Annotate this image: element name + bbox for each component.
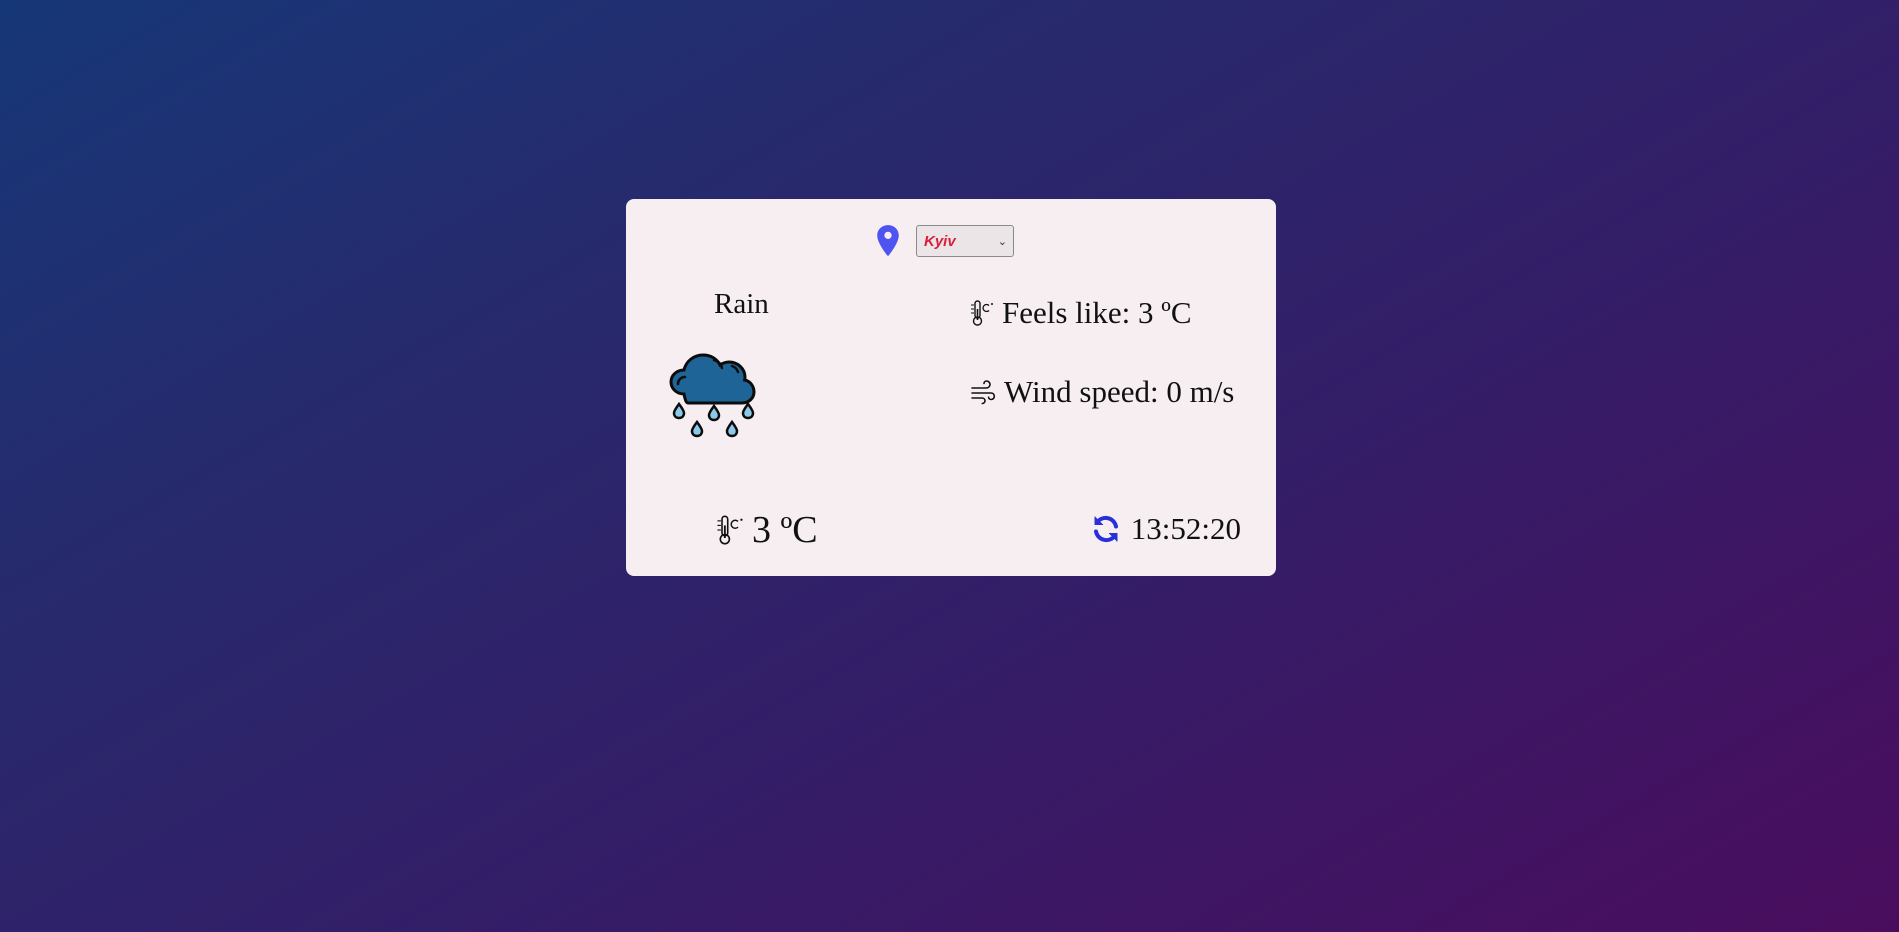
feels-like-row: Feels like: 3 ºC [970, 297, 1192, 328]
temperature-row: 3 ºC [716, 511, 818, 549]
city-select-value: Kyiv [924, 232, 956, 250]
wind-icon [970, 379, 996, 405]
update-time-row: 13:52:20 [1091, 513, 1241, 544]
weather-card: Kyiv ⌄ Rain Feels like: 3 ºC Wind speed:… [626, 199, 1276, 576]
feels-like-text: Feels like: 3 ºC [1002, 295, 1192, 330]
thermometer-celsius-icon [970, 299, 994, 327]
temperature-value: 3 ºC [752, 509, 818, 551]
refresh-icon[interactable] [1091, 514, 1121, 544]
update-time-text: 13:52:20 [1130, 511, 1241, 546]
map-marker-icon [877, 224, 902, 258]
weather-condition: Rain [714, 288, 769, 320]
chevron-down-icon: ⌄ [997, 235, 1007, 248]
wind-speed-text: Wind speed: 0 m/s [1004, 374, 1235, 409]
wind-speed-row: Wind speed: 0 m/s [970, 376, 1234, 407]
location-bar: Kyiv ⌄ [626, 224, 1276, 258]
thermometer-celsius-icon [716, 514, 744, 546]
city-select[interactable]: Kyiv ⌄ [916, 225, 1014, 257]
